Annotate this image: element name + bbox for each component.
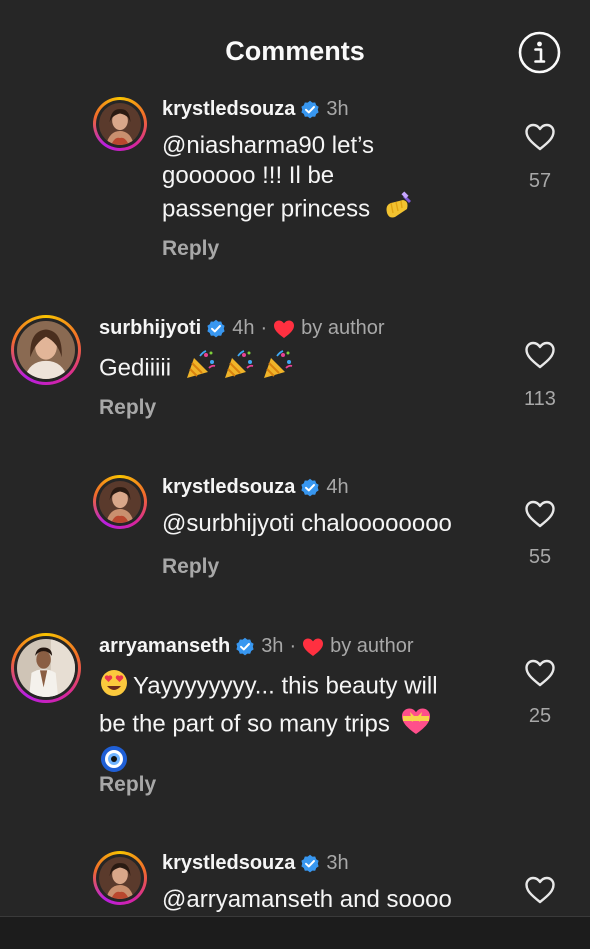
reply-button[interactable]: Reply xyxy=(99,396,156,420)
author-heart-icon xyxy=(302,637,324,657)
username[interactable]: krystledsouza xyxy=(162,98,295,121)
heart-icon[interactable] xyxy=(525,876,555,904)
party-popper-emoji-icon xyxy=(261,350,293,388)
like-count: 57 xyxy=(528,170,552,192)
party-popper-emoji-icon xyxy=(222,350,254,388)
reply-button[interactable]: Reply xyxy=(99,773,156,797)
by-author-label: by author xyxy=(330,635,414,657)
comment-time: 3h xyxy=(326,852,349,874)
verified-badge-icon xyxy=(300,478,320,498)
separator-dot: · xyxy=(289,635,297,657)
page-title: Comments xyxy=(225,36,365,66)
comment-text-line: @arryamanseth and soooo xyxy=(162,886,452,913)
comment-time: 3h xyxy=(326,98,349,120)
comment-text-line: Yayyyyyyyy... this beauty will xyxy=(133,672,438,700)
heart-ribbon-emoji-icon xyxy=(400,706,432,744)
username[interactable]: krystledsouza xyxy=(162,476,295,499)
like-count: 113 xyxy=(524,388,556,410)
like-count: 25 xyxy=(528,705,552,727)
avatar[interactable] xyxy=(93,97,147,151)
avatar[interactable] xyxy=(93,475,147,529)
info-icon[interactable] xyxy=(518,31,561,74)
comment-text-line: be the part of so many trips xyxy=(99,710,390,738)
avatar[interactable] xyxy=(11,315,81,385)
username[interactable]: arryamanseth xyxy=(99,635,230,658)
reply-button[interactable]: Reply xyxy=(162,237,219,261)
username[interactable]: krystledsouza xyxy=(162,852,295,875)
comment-time: 4h xyxy=(326,476,349,498)
avatar[interactable] xyxy=(93,851,147,905)
comment-text: @niasharma90 let’s goooooo !!! Il be pas… xyxy=(162,131,502,229)
verified-badge-icon xyxy=(300,100,320,120)
comment-text-line: @surbhijyoti chaloooooooo xyxy=(162,510,452,537)
like-count: 55 xyxy=(528,546,552,568)
nail-polish-emoji-icon xyxy=(383,191,415,229)
party-popper-emoji-icon xyxy=(184,350,216,388)
comment-text-line: passenger princess xyxy=(162,195,371,223)
heart-icon[interactable] xyxy=(525,341,555,369)
comment-time: 4h xyxy=(232,317,255,339)
reply-button[interactable]: Reply xyxy=(162,555,219,579)
username[interactable]: surbhijyoti xyxy=(99,317,201,340)
verified-badge-icon xyxy=(235,637,255,657)
comment-time: 3h xyxy=(261,635,284,657)
comments-header: Comments xyxy=(0,0,590,96)
comment-text-line: goooooo !!! Il be xyxy=(162,162,335,189)
avatar[interactable] xyxy=(11,633,81,703)
verified-badge-icon xyxy=(300,854,320,874)
comment-text: Gediiiii xyxy=(99,350,499,388)
comment-text: Yayyyyyyyy... this beauty will be the pa… xyxy=(99,668,499,782)
comment-text: @surbhijyoti chaloooooooo xyxy=(162,509,502,539)
comment-text: @arryamanseth and soooo xyxy=(162,885,502,915)
author-heart-icon xyxy=(273,319,295,339)
bottom-bar xyxy=(0,916,590,949)
heart-icon[interactable] xyxy=(525,500,555,528)
heart-icon[interactable] xyxy=(525,659,555,687)
heart-icon[interactable] xyxy=(525,123,555,151)
separator-dot: · xyxy=(260,317,268,339)
comment-text-line: Gediiiii xyxy=(99,354,172,382)
by-author-label: by author xyxy=(301,317,385,339)
comment-text-line: @niasharma90 let’s xyxy=(162,132,375,159)
heart-eyes-emoji-icon xyxy=(99,668,129,706)
verified-badge-icon xyxy=(206,319,226,339)
